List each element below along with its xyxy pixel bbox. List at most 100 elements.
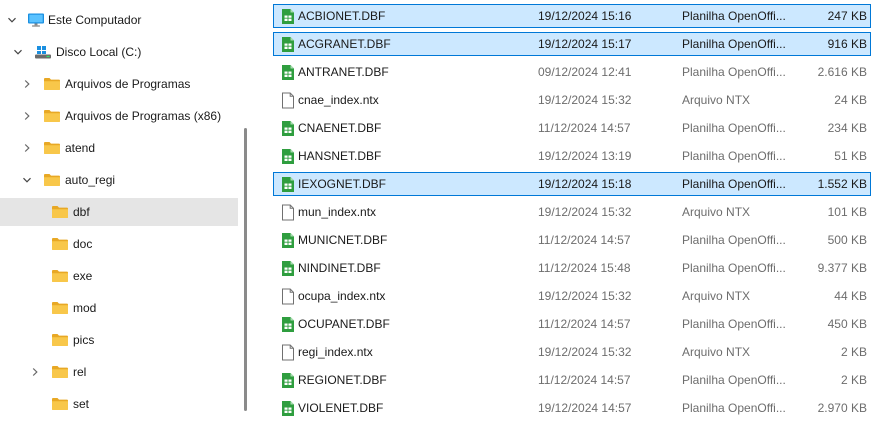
nav-item-set[interactable]: set (0, 390, 238, 418)
file-name: VIOLENET.DBF (298, 401, 384, 415)
chevron-down-icon[interactable] (12, 46, 24, 58)
file-size: 1.552 KB (817, 177, 867, 191)
file-size: 2.616 KB (817, 65, 867, 79)
file-name: ACBIONET.DBF (298, 9, 386, 23)
folder-icon (51, 332, 69, 348)
file-type: Planilha OpenOffi... (682, 317, 786, 331)
file-row[interactable]: MUNICNET.DBF 11/12/2024 14:57 Planilha Ope… (273, 228, 871, 252)
folder-icon (51, 268, 69, 284)
file-type: Arquivo NTX (682, 289, 751, 303)
file-date-modified: 19/12/2024 15:32 (538, 289, 632, 303)
file-row[interactable]: cnae_index.ntx 19/12/2024 15:32 Arquivo NT… (273, 88, 871, 112)
chevron-right-icon[interactable] (29, 366, 41, 378)
file-date-modified: 11/12/2024 14:57 (538, 233, 631, 247)
spreadsheet-icon (281, 120, 295, 137)
spreadsheet-icon (281, 176, 295, 193)
nav-item-atend[interactable]: atend (0, 134, 238, 162)
file-date-modified: 19/12/2024 15:32 (538, 93, 632, 107)
nav-item-auto-regi[interactable]: auto_regi (0, 166, 238, 194)
file-date-modified: 19/12/2024 14:57 (538, 401, 632, 415)
file-row[interactable]: REGIONET.DBF 11/12/2024 14:57 Planilha Ope… (273, 368, 871, 392)
file-row[interactable]: ocupa_index.ntx 19/12/2024 15:32 Arquivo N… (273, 284, 871, 308)
nav-item-label: set (73, 397, 90, 411)
nav-item-arquivos-de-programas-x86[interactable]: Arquivos de Programas (x86) (0, 102, 238, 130)
file-type: Planilha OpenOffi... (682, 65, 786, 79)
file-row[interactable]: VIOLENET.DBF 19/12/2024 14:57 Planilha Ope… (273, 396, 871, 420)
file-size: 247 KB (827, 9, 867, 23)
nav-item-arquivos-de-programas[interactable]: Arquivos de Programas (0, 70, 238, 98)
file-size: 916 KB (827, 37, 867, 51)
nav-item-label: doc (73, 237, 93, 251)
file-name: IEXOGNET.DBF (298, 177, 387, 191)
file-date-modified: 11/12/2024 14:57 (538, 121, 631, 135)
nav-item-label: Disco Local (C:) (56, 45, 142, 59)
nav-item-label: pics (73, 333, 95, 347)
file-name: REGIONET.DBF (298, 373, 387, 387)
nav-item-label: Arquivos de Programas (x86) (65, 109, 222, 123)
nav-item-label: Arquivos de Programas (65, 77, 191, 91)
file-type: Planilha OpenOffi... (682, 149, 786, 163)
file-date-modified: 11/12/2024 15:48 (538, 261, 631, 275)
chevron-right-icon[interactable] (21, 142, 33, 154)
spreadsheet-icon (281, 232, 295, 249)
folder-icon (43, 140, 61, 156)
file-row[interactable]: ACGRANET.DBF 19/12/2024 15:17 Planilha Ope… (273, 32, 871, 56)
file-row[interactable]: ACBIONET.DBF 19/12/2024 15:16 Planilha Ope… (273, 4, 871, 28)
file-row[interactable]: OCUPANET.DBF 11/12/2024 14:57 Planilha Ope… (273, 312, 871, 336)
file-row[interactable]: CNAENET.DBF 11/12/2024 14:57 Planilha Open… (273, 116, 871, 140)
folder-icon (51, 396, 69, 412)
file-date-modified: 09/12/2024 12:41 (538, 65, 632, 79)
nav-item-dbf[interactable]: dbf (0, 198, 238, 226)
file-date-modified: 19/12/2024 13:19 (538, 149, 632, 163)
nav-item-label: rel (73, 365, 87, 379)
file-row[interactable]: ANTRANET.DBF 09/12/2024 12:41 Planilha Ope… (273, 60, 871, 84)
computer-icon (27, 12, 45, 28)
file-size: 2.970 KB (817, 401, 867, 415)
drive-icon (34, 44, 52, 60)
folder-icon (43, 108, 61, 124)
nav-item-label: dbf (73, 205, 90, 219)
file-name: HANSNET.DBF (298, 149, 382, 163)
folder-icon (43, 172, 61, 188)
file-size: 450 KB (827, 317, 867, 331)
file-name: ANTRANET.DBF (298, 65, 389, 79)
file-type: Planilha OpenOffi... (682, 121, 786, 135)
file-icon (281, 92, 295, 109)
nav-item-label: mod (73, 301, 97, 315)
file-size: 24 KB (834, 93, 867, 107)
file-icon (281, 288, 295, 305)
file-row[interactable]: regi_index.ntx 19/12/2024 15:32 Arquivo NT… (273, 340, 871, 364)
chevron-down-icon[interactable] (6, 14, 18, 26)
nav-item-rel[interactable]: rel (0, 358, 238, 386)
spreadsheet-icon (281, 316, 295, 333)
file-row[interactable]: HANSNET.DBF 19/12/2024 13:19 Planilha Open… (273, 144, 871, 168)
file-name: NINDINET.DBF (298, 261, 381, 275)
nav-item-pics[interactable]: pics (0, 326, 238, 354)
nav-item-exe[interactable]: exe (0, 262, 238, 290)
folder-icon (51, 236, 69, 252)
file-row[interactable]: NINDINET.DBF 11/12/2024 15:48 Planilha Ope… (273, 256, 871, 280)
file-row[interactable]: mun_index.ntx 19/12/2024 15:32 Arquivo NTX… (273, 200, 871, 224)
chevron-down-icon[interactable] (21, 174, 33, 186)
nav-item-mod[interactable]: mod (0, 294, 238, 322)
file-type: Planilha OpenOffi... (682, 177, 786, 191)
file-date-modified: 11/12/2024 14:57 (538, 373, 631, 387)
nav-item-label: exe (73, 269, 93, 283)
file-type: Planilha OpenOffi... (682, 373, 786, 387)
file-type: Planilha OpenOffi... (682, 233, 786, 247)
chevron-right-icon[interactable] (21, 110, 33, 122)
file-date-modified: 19/12/2024 15:32 (538, 345, 632, 359)
spreadsheet-icon (281, 36, 295, 53)
nav-item-doc[interactable]: doc (0, 230, 238, 258)
navigation-pane: Este Computador Disco Local (C:) Arquivos … (0, 0, 242, 424)
file-row[interactable]: IEXOGNET.DBF 19/12/2024 15:18 Planilha Ope… (273, 172, 871, 196)
file-list: ACBIONET.DBF 19/12/2024 15:16 Planilha Ope… (270, 0, 881, 424)
chevron-right-icon[interactable] (21, 78, 33, 90)
navigation-scrollbar[interactable] (244, 128, 247, 411)
nav-item-este-computador[interactable]: Este Computador (0, 6, 238, 34)
nav-item-disco-local-c[interactable]: Disco Local (C:) (0, 38, 238, 66)
file-size: 51 KB (834, 149, 867, 163)
nav-item-label: atend (65, 141, 96, 155)
file-name: ocupa_index.ntx (298, 289, 386, 303)
file-name: cnae_index.ntx (298, 93, 379, 107)
